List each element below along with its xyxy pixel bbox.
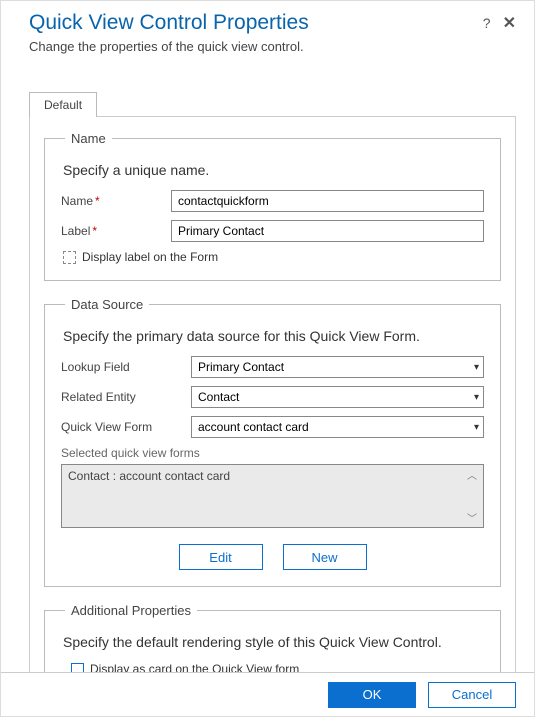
label-name: Name* — [61, 194, 171, 208]
label-lookup-field: Lookup Field — [61, 360, 191, 374]
chevron-up-icon[interactable]: ︿ — [467, 467, 477, 482]
checkbox-display-as-card[interactable] — [71, 663, 84, 673]
legend-additional: Additional Properties — [65, 603, 197, 618]
checkbox-display-label[interactable] — [63, 251, 76, 264]
label-selected-forms: Selected quick view forms — [61, 446, 484, 460]
fieldset-data-source: Data Source Specify the primary data sou… — [44, 297, 501, 587]
select-quick-view-form[interactable]: account contact card▾ — [191, 416, 484, 438]
checkbox-display-as-card-text: Display as card on the Quick View form — [90, 662, 299, 672]
hint-additional: Specify the default rendering style of t… — [63, 634, 484, 650]
chevron-down-icon: ▾ — [474, 422, 479, 433]
edit-button[interactable]: Edit — [179, 544, 263, 570]
label-label: Label* — [61, 224, 171, 238]
legend-name: Name — [65, 131, 112, 146]
input-label[interactable] — [171, 220, 484, 242]
select-related-entity[interactable]: Contact▾ — [191, 386, 484, 408]
legend-data-source: Data Source — [65, 297, 149, 312]
ok-button[interactable]: OK — [328, 682, 416, 708]
fieldset-name: Name Specify a unique name. Name* Label*… — [44, 131, 501, 281]
chevron-down-icon: ▾ — [474, 392, 479, 403]
label-quick-view-form: Quick View Form — [61, 420, 191, 434]
dialog-header: Quick View Control Properties ? ✕ Change… — [1, 1, 534, 60]
hint-name: Specify a unique name. — [63, 162, 484, 178]
select-lookup-field[interactable]: Primary Contact▾ — [191, 356, 484, 378]
chevron-down-icon[interactable]: ﹀ — [467, 510, 477, 525]
dialog-subtitle: Change the properties of the quick view … — [29, 39, 516, 54]
checkbox-display-label-text: Display label on the Form — [82, 250, 218, 264]
tab-strip: Default — [29, 91, 516, 116]
dialog-footer: OK Cancel — [1, 672, 534, 716]
chevron-down-icon: ▾ — [474, 362, 479, 373]
dialog-title: Quick View Control Properties — [29, 11, 471, 35]
listbox-selected-forms[interactable]: Contact : account contact card ︿ ﹀ — [61, 464, 484, 528]
tab-panel-default: Name Specify a unique name. Name* Label*… — [29, 116, 516, 672]
list-item: Contact : account contact card — [68, 469, 230, 483]
new-button[interactable]: New — [283, 544, 367, 570]
tab-default[interactable]: Default — [29, 92, 97, 117]
hint-data-source: Specify the primary data source for this… — [63, 328, 484, 344]
fieldset-additional: Additional Properties Specify the defaul… — [44, 603, 501, 672]
cancel-button[interactable]: Cancel — [428, 682, 516, 708]
help-icon[interactable]: ? — [483, 15, 491, 31]
input-name[interactable] — [171, 190, 484, 212]
label-related-entity: Related Entity — [61, 390, 191, 404]
dialog-body: Default Name Specify a unique name. Name… — [1, 71, 534, 672]
close-icon[interactable]: ✕ — [503, 13, 516, 33]
